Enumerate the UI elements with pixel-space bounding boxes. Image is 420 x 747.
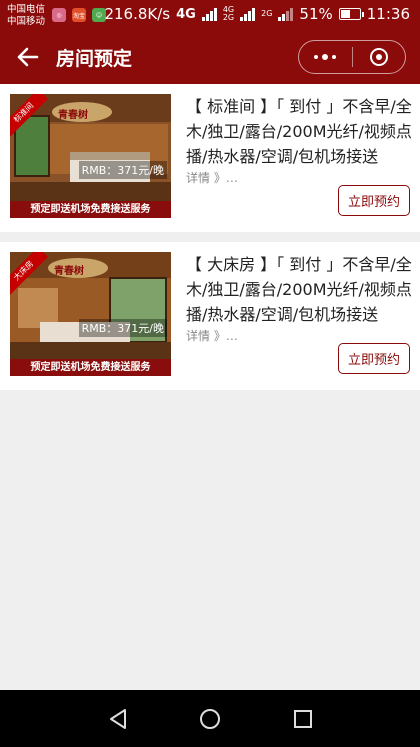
more-button[interactable] (299, 41, 352, 73)
net-2g-label: 2G (261, 9, 273, 18)
room-card-standard: 青春树 标准间 RMB：371元/晚 预定即送机场免费接送服务 【 标准间 】「… (0, 84, 420, 232)
system-nav-bar (0, 690, 420, 747)
battery-percent: 51% (299, 5, 333, 23)
back-arrow-icon[interactable] (14, 43, 42, 71)
net-4g-label: 4G (176, 6, 196, 22)
clock: 11:36 (366, 5, 410, 23)
status-right: 216.8K/s 4G 4G 2G 2G 51% 11:36 (104, 5, 410, 23)
carrier-1: 中国电信 (7, 4, 46, 15)
notification-icons: ◎ 淘宝 ☺ (52, 8, 106, 22)
close-miniprogram-button[interactable] (352, 41, 405, 73)
signal-icon-3 (278, 7, 294, 21)
miniprogram-capsule (298, 40, 406, 74)
price-label: RMB：371元/晚 (78, 161, 167, 179)
status-bar: 中国电信 中国移动 ◎ 淘宝 ☺ 216.8K/s 4G 4G 2G 2G 51… (0, 0, 420, 31)
book-now-button[interactable]: 立即预约 (338, 185, 410, 216)
room-photo[interactable]: 青春树 大床房 RMB：371元/晚 (10, 252, 171, 359)
logo-text: 青春树 (54, 266, 84, 277)
book-now-button[interactable]: 立即预约 (338, 343, 410, 374)
carrier-2: 中国移动 (7, 16, 46, 27)
app-notification-icon: ◎ (52, 8, 66, 22)
taobao-icon: 淘宝 (72, 8, 86, 22)
details-link[interactable]: 详情 》… (186, 169, 238, 186)
nav-bar: 房间预定 (0, 31, 420, 84)
net-2g-small: 2G (222, 13, 235, 22)
price-label: RMB：371元/晚 (78, 319, 167, 337)
page-title: 房间预定 (56, 48, 133, 70)
signal-icon-2 (240, 7, 256, 21)
close-target-icon (369, 48, 388, 66)
room-title[interactable]: 【 大床房 】「 到付 」不含早/全木/独卫/露台/200M光纤/视频点播/热水… (186, 252, 412, 327)
back-triangle-icon[interactable] (106, 707, 130, 731)
promo-banner: 预定即送机场免费接送服务 (10, 359, 171, 376)
room-card-queen: 青春树 大床房 RMB：371元/晚 预定即送机场免费接送服务 【 大床房 】「… (0, 242, 420, 390)
recents-square-icon[interactable] (291, 707, 315, 731)
room-title[interactable]: 【 标准间 】「 到付 」不含早/全木/独卫/露台/200M光纤/视频点播/热水… (186, 94, 412, 169)
signal-icon (201, 7, 217, 21)
promo-banner: 预定即送机场免费接送服务 (10, 201, 171, 218)
carrier-info: 中国电信 中国移动 (7, 4, 45, 28)
logo-text: 青春树 (58, 110, 88, 121)
more-dots-icon (314, 54, 337, 60)
network-speed: 216.8K/s (104, 5, 171, 23)
net-labels: 4G 2G (223, 6, 234, 22)
details-link[interactable]: 详情 》… (186, 327, 238, 344)
room-photo[interactable]: 青春树 标准间 RMB：371元/晚 (10, 94, 171, 201)
home-circle-icon[interactable] (198, 707, 222, 731)
battery-icon (338, 8, 364, 20)
